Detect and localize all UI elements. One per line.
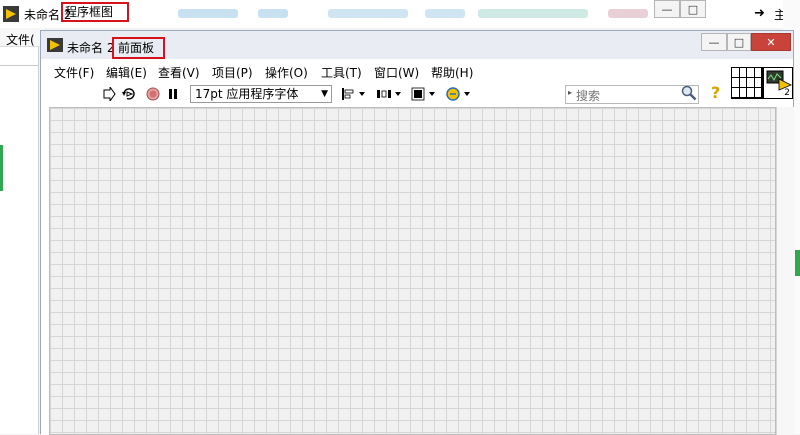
connector-terminal[interactable]: [754, 88, 762, 98]
search-input-box[interactable]: ▸: [565, 85, 699, 104]
menu-project[interactable]: 项目(P): [212, 64, 253, 81]
front-panel-window: 未命名 2 前面板 — □ ✕ 文件(F) 编辑(E) 查看(V) 项目(P) …: [40, 30, 794, 435]
blurred-tab: [425, 9, 465, 18]
green-accent-strip: [795, 250, 800, 276]
labview-logo-icon: [47, 38, 63, 55]
font-select-value: 17pt 应用程序字体: [195, 87, 299, 101]
vi-icon[interactable]: 2: [763, 67, 793, 99]
block-diagram-title-highlight: 程序框图: [61, 2, 129, 22]
front-panel-minimize-button[interactable]: —: [701, 33, 727, 51]
connector-pane[interactable]: [731, 67, 763, 99]
connector-terminal[interactable]: [747, 88, 755, 98]
connector-terminal[interactable]: [739, 88, 747, 98]
menu-edit[interactable]: 编辑(E): [106, 64, 147, 81]
align-objects-icon[interactable]: [340, 85, 370, 103]
abort-icon[interactable]: [145, 85, 161, 103]
run-arrow-icon[interactable]: [101, 85, 117, 103]
connector-terminal[interactable]: [732, 78, 740, 88]
search-input[interactable]: [574, 87, 674, 104]
connector-terminal[interactable]: [732, 68, 740, 78]
front-panel-close-button[interactable]: ✕: [751, 33, 791, 51]
front-panel-canvas[interactable]: [49, 107, 776, 435]
front-panel-titlebar: 未命名 2 前面板 — □ ✕: [41, 31, 793, 59]
block-diagram-titlebar: 未命名 2 程序框图 — □ ➜ 主页: [0, 0, 800, 28]
green-accent-strip: [0, 145, 3, 191]
reorder-icon[interactable]: [445, 85, 475, 103]
pause-icon[interactable]: [165, 85, 181, 103]
front-panel-title-highlight: 前面板: [112, 37, 165, 59]
connector-terminal[interactable]: [754, 78, 762, 88]
menu-window[interactable]: 窗口(W): [374, 64, 419, 81]
resize-objects-icon[interactable]: [410, 85, 440, 103]
connector-terminal[interactable]: [732, 88, 740, 98]
front-panel-title-prefix: 未命名 2: [67, 41, 115, 55]
blurred-tab: [478, 9, 588, 18]
help-icon[interactable]: ?: [711, 83, 720, 102]
run-continuously-icon[interactable]: [120, 85, 138, 103]
menu-view[interactable]: 查看(V): [158, 64, 200, 81]
search-marker-icon: ▸: [568, 88, 573, 97]
front-panel-maximize-button[interactable]: □: [727, 33, 751, 51]
vertical-scrollbar[interactable]: [776, 107, 794, 435]
connector-terminal[interactable]: [754, 68, 762, 78]
block-diagram-maximize-button[interactable]: □: [680, 0, 706, 18]
front-panel-menubar: 文件(F) 编辑(E) 查看(V) 项目(P) 操作(O) 工具(T) 窗口(W…: [41, 60, 793, 82]
blurred-tab: [178, 9, 238, 18]
divider: [0, 65, 38, 66]
labview-logo-icon: [3, 6, 19, 25]
blurred-tab: [608, 9, 648, 18]
search-icon[interactable]: [681, 85, 697, 104]
vi-icon-number: 2: [784, 88, 790, 98]
connector-terminal[interactable]: [747, 68, 755, 78]
connector-terminal[interactable]: [739, 78, 747, 88]
block-diagram-menu-file[interactable]: 文件(: [6, 31, 35, 48]
menu-file[interactable]: 文件(F): [54, 64, 94, 81]
font-select[interactable]: 17pt 应用程序字体 ▼: [190, 85, 332, 103]
chevron-down-icon: ▼: [321, 89, 328, 99]
blurred-tab: [258, 9, 288, 18]
blurred-tab: [328, 9, 408, 18]
menu-tools[interactable]: 工具(T): [321, 64, 362, 81]
menu-help[interactable]: 帮助(H): [431, 64, 473, 81]
home-icon[interactable]: ➜: [754, 6, 765, 21]
distribute-objects-icon[interactable]: [375, 85, 405, 103]
connector-terminal[interactable]: [747, 78, 755, 88]
menu-operate[interactable]: 操作(O): [265, 64, 308, 81]
block-diagram-left-panel: [0, 47, 39, 434]
connector-terminal[interactable]: [739, 68, 747, 78]
block-diagram-minimize-button[interactable]: —: [654, 0, 680, 18]
